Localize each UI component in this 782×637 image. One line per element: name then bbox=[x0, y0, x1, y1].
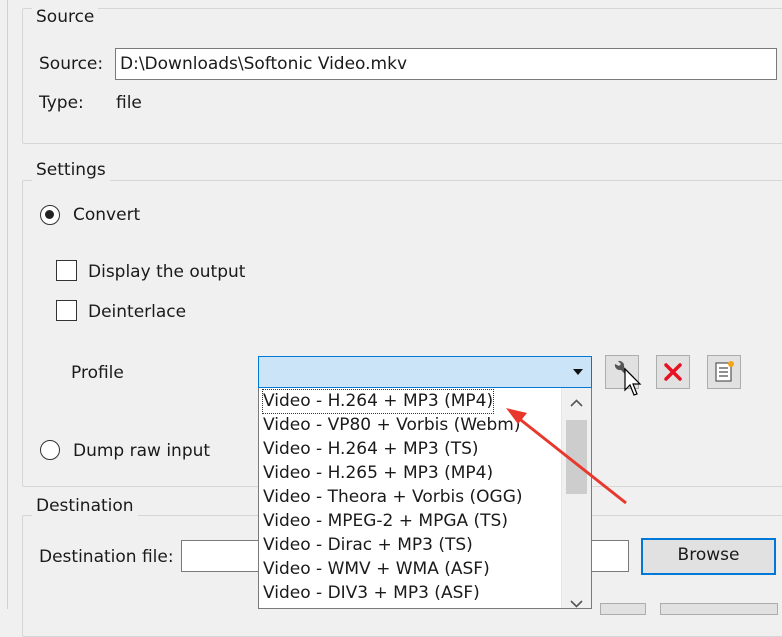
scrollbar-thumb[interactable] bbox=[566, 420, 587, 494]
profile-select[interactable] bbox=[258, 356, 592, 388]
source-input[interactable]: D:\Downloads\Softonic Video.mkv bbox=[115, 48, 777, 80]
mouse-cursor-icon bbox=[624, 368, 642, 396]
window-left-edge bbox=[0, 0, 8, 609]
deinterlace-label[interactable]: Deinterlace bbox=[88, 301, 186, 323]
profile-option[interactable]: Video - DIV3 + MP3 (ASF) bbox=[263, 582, 480, 605]
bottom-button-partial-2[interactable] bbox=[660, 603, 778, 615]
chevron-down-icon[interactable] bbox=[573, 369, 583, 375]
destination-file-label: Destination file: bbox=[39, 547, 174, 567]
destination-group-title: Destination bbox=[32, 495, 138, 517]
browse-button[interactable]: Browse bbox=[641, 538, 776, 575]
source-group-title: Source bbox=[32, 6, 99, 28]
convert-label[interactable]: Convert bbox=[73, 204, 140, 226]
dump-raw-label[interactable]: Dump raw input bbox=[73, 440, 210, 462]
profile-dropdown-list[interactable]: Video - H.264 + MP3 (MP4) Video - VP80 + … bbox=[258, 388, 592, 609]
dropdown-scrollbar[interactable] bbox=[561, 388, 591, 609]
chevron-down-icon[interactable] bbox=[562, 599, 591, 609]
delete-profile-button[interactable] bbox=[656, 355, 690, 389]
profile-option[interactable]: Video - MPEG-2 + MPGA (TS) bbox=[263, 510, 508, 533]
type-label: Type: bbox=[39, 93, 84, 113]
profile-option[interactable]: Video - H.264 + MP3 (TS) bbox=[263, 438, 479, 461]
convert-radio-dot bbox=[45, 210, 54, 219]
type-value: file bbox=[116, 93, 142, 113]
profile-option[interactable]: Video - H.265 + MP3 (MP4) bbox=[263, 462, 493, 485]
profile-option[interactable]: Video - Theora + Vorbis (OGG) bbox=[263, 486, 523, 509]
bottom-button-partial[interactable] bbox=[600, 603, 646, 615]
deinterlace-checkbox[interactable] bbox=[56, 300, 77, 321]
list-icon bbox=[715, 361, 734, 382]
display-output-checkbox[interactable] bbox=[56, 260, 77, 281]
chevron-up-icon[interactable] bbox=[562, 391, 591, 417]
red-x-icon bbox=[664, 363, 682, 381]
convert-radio[interactable] bbox=[40, 205, 60, 225]
dump-raw-radio[interactable] bbox=[40, 440, 60, 460]
display-output-label[interactable]: Display the output bbox=[88, 261, 245, 283]
profile-option[interactable]: Video - WMV + WMA (ASF) bbox=[263, 558, 490, 581]
new-profile-button[interactable] bbox=[707, 355, 741, 389]
profile-option[interactable]: Video - H.264 + MP3 (MP4) bbox=[261, 389, 495, 414]
profile-option[interactable]: Video - VP80 + Vorbis (Webm) bbox=[263, 414, 521, 437]
source-label: Source: bbox=[39, 54, 104, 74]
profile-label: Profile bbox=[71, 363, 124, 383]
profile-option[interactable]: Video - Dirac + MP3 (TS) bbox=[263, 534, 473, 557]
settings-group-title: Settings bbox=[32, 159, 110, 181]
